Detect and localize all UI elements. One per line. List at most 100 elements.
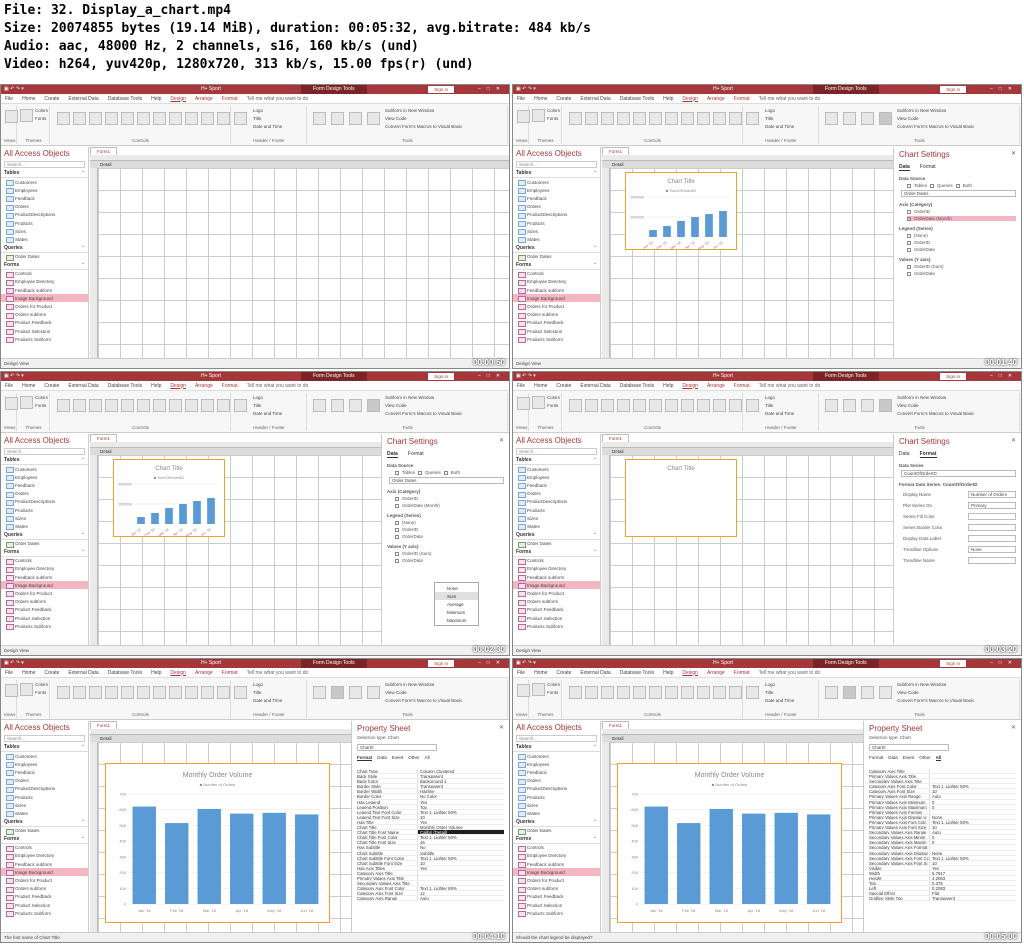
hyperlink-icon[interactable] [649,112,662,125]
sign-in-button[interactable]: Sign in [428,660,454,667]
label-tool-icon[interactable] [89,686,102,699]
sign-in-button[interactable]: Sign in [428,86,454,93]
nav-table-item[interactable]: Feedback [513,194,600,203]
property-value[interactable]: Text 1, Lighter 50% [417,886,504,891]
chart-control[interactable]: Chart Title ■ SumOfOrderID 1000000 2000000 J… [113,459,225,538]
page-break-icon[interactable] [713,112,726,125]
nav-table-item[interactable]: Products [513,219,600,228]
ribbon-tab[interactable]: Create [44,383,59,389]
ribbon-tab[interactable]: Design [170,96,186,102]
themes-button[interactable] [532,396,545,409]
add-fields-button[interactable] [313,112,326,125]
themes-button[interactable] [20,396,33,409]
nav-table-item[interactable]: Employees [513,473,600,482]
nav-form-item[interactable]: Product Feedback [1,893,88,901]
add-fields-button[interactable] [825,399,838,412]
ribbon-tab[interactable]: External Data [68,670,98,676]
view-code-button[interactable]: View Code [897,690,919,695]
nav-control-icon[interactable] [169,686,182,699]
nav-form-item[interactable]: Image Background [1,581,88,590]
insert-image-button[interactable] [729,112,742,125]
checkbox[interactable] [907,264,911,269]
sign-in-button[interactable]: Sign in [428,373,454,380]
nav-form-item[interactable]: Product Feedback [1,606,88,614]
format-row-value[interactable] [968,524,1016,531]
close-icon[interactable]: ✕ [1011,724,1016,731]
field-option[interactable]: OrderDate [395,558,504,563]
nav-category-tables[interactable]: Tables [1,169,88,178]
property-value[interactable]: Text 1, Lighter 50% [417,835,504,840]
nav-table-item[interactable]: Customers [1,752,88,761]
ribbon-tab[interactable]: Help [663,383,673,389]
property-value[interactable]: 5.7917 [929,870,1016,875]
title-button[interactable]: Title [253,403,261,408]
form-design-surface[interactable]: Form1 Detail [90,147,509,359]
window-controls[interactable]: –□✕ [478,85,506,94]
nav-form-item[interactable]: Orders for Product [513,589,600,598]
tab-order-button[interactable] [349,112,362,125]
ribbon-tab[interactable]: Format [734,383,750,389]
add-fields-button[interactable] [313,686,326,699]
title-button[interactable]: Title [765,403,773,408]
property-sheet-button[interactable] [843,686,856,699]
property-value[interactable]: Flat [929,891,1016,896]
property-sheet-button[interactable] [843,112,856,125]
label-tool-icon[interactable] [89,112,102,125]
colors-button[interactable]: Colors [547,682,560,687]
nav-form-item[interactable]: Image Background [513,581,600,590]
ribbon-tab[interactable]: Arrange [707,96,725,102]
nav-table-item[interactable]: ProductDescriptions [513,498,600,506]
insert-image-button[interactable] [729,399,742,412]
property-value[interactable]: Text 1, Lighter 50% [417,855,504,860]
label-tool-icon[interactable] [601,686,614,699]
tab-format[interactable]: Format [920,164,936,171]
quick-access-toolbar[interactable]: ▣ ↶ ↷ ▾ [516,85,536,94]
design-grid[interactable] [98,168,509,359]
nav-form-item[interactable]: Products Subform [1,622,88,631]
nav-category-queries[interactable]: Queries [513,818,600,827]
textbox-tool-icon[interactable] [73,686,86,699]
ribbon-tab[interactable]: Database Tools [108,670,142,676]
property-sheet-button[interactable] [331,399,344,412]
nav-table-item[interactable]: Sizes [513,801,600,810]
form-design-surface[interactable]: Form1 Detail Monthly Order Volume ■ Number … [602,721,863,933]
insert-chart-button[interactable] [746,686,759,699]
property-value[interactable]: Transparent [929,896,1016,901]
nav-form-item[interactable]: Employee Directory [1,852,88,861]
property-tab[interactable]: Data [888,755,898,761]
nav-category-tables[interactable]: Tables [513,743,600,752]
logo-button[interactable]: Logo [253,395,263,400]
ribbon-tab[interactable]: Create [44,96,59,102]
form-design-surface[interactable]: Form1 Detail Chart Title ■ SumOfOrderID 1000… [602,147,893,359]
ribbon-tab[interactable]: Create [44,670,59,676]
select-tool-icon[interactable] [569,399,582,412]
form-design-surface[interactable]: Form1 Detail Chart Title [602,434,893,646]
radio-opt_queries[interactable] [418,470,423,475]
option-group-icon[interactable] [185,686,198,699]
nav-control-icon[interactable] [169,112,182,125]
page-break-icon[interactable] [713,399,726,412]
select-tool-icon[interactable] [569,112,582,125]
ribbon-tab[interactable]: Home [534,383,547,389]
chart-control[interactable]: Chart Title [625,459,737,537]
property-value[interactable]: None [929,850,1016,855]
insert-chart-button[interactable] [234,112,247,125]
nav-table-item[interactable]: Orders [513,777,600,785]
insert-chart-button[interactable] [746,399,759,412]
colors-button[interactable]: Colors [547,108,560,113]
page-break-icon[interactable] [201,112,214,125]
tab-format[interactable]: Format [408,451,424,458]
property-tab[interactable]: Other [408,755,419,761]
property-value[interactable]: Column Clustered [417,769,504,774]
property-value[interactable]: Top [417,804,504,809]
convert-macros-button[interactable]: Convert Form's Macros to Visual Basic [897,124,974,129]
insert-image-button[interactable] [217,399,230,412]
property-row[interactable]: Category Axis Range Auto [357,896,504,902]
nav-query-item[interactable]: Order Dates [513,827,600,835]
web-browser-icon[interactable] [153,399,166,412]
field-option[interactable]: OrderID [907,209,1016,214]
nav-category-queries[interactable]: Queries [1,818,88,827]
page-break-icon[interactable] [713,686,726,699]
nav-form-item[interactable]: Products Subform [513,909,600,918]
checkbox[interactable] [907,216,911,221]
